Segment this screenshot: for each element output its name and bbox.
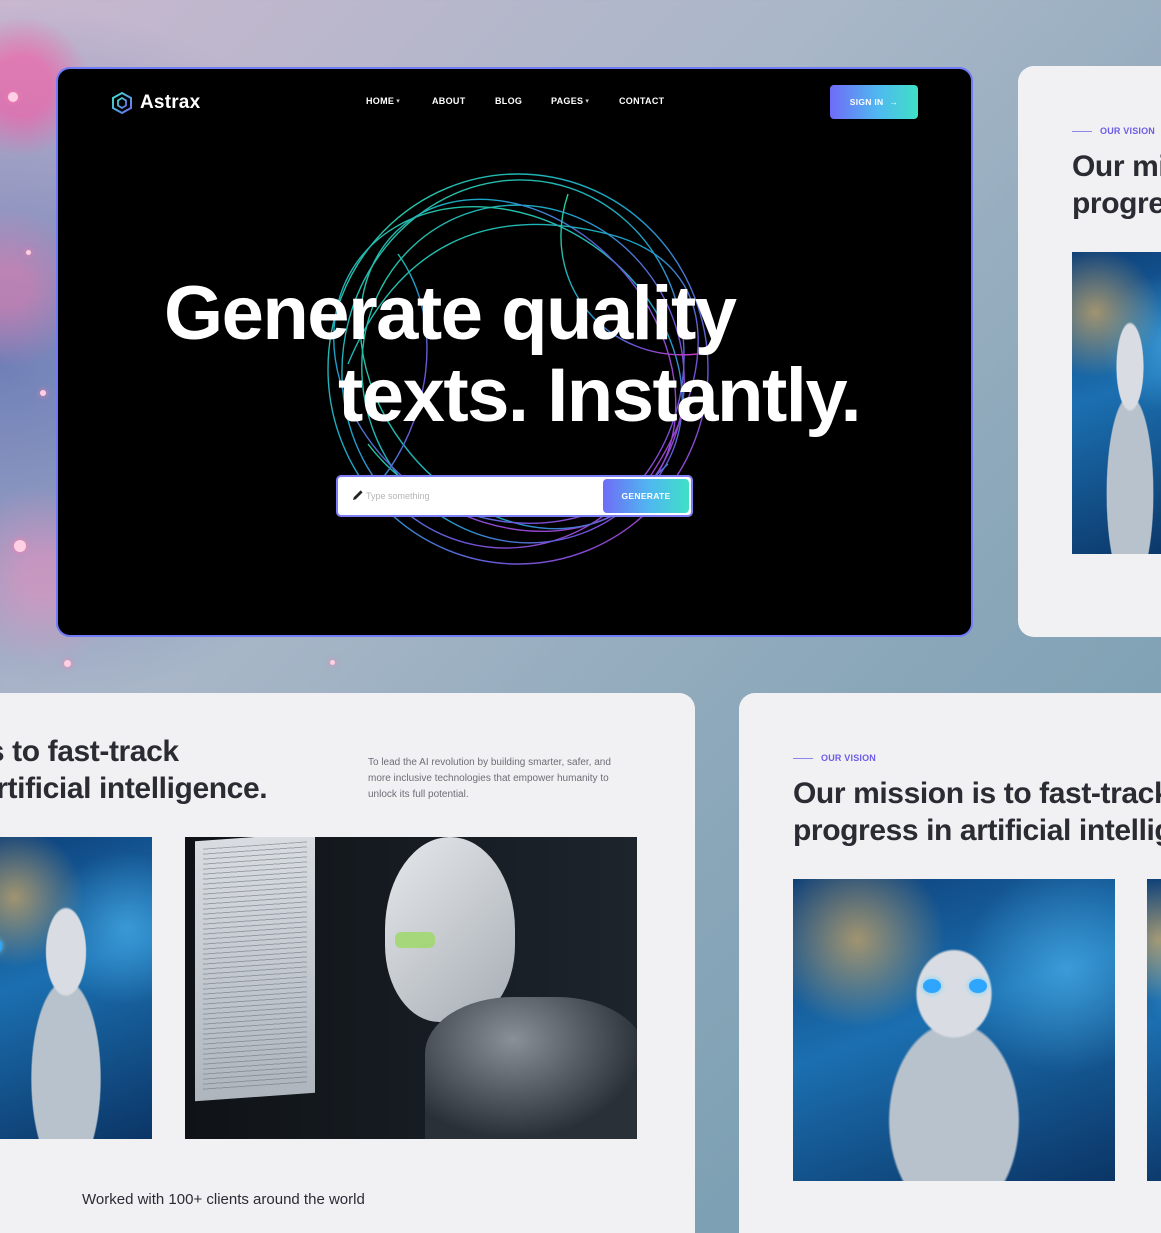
background-dot: [330, 660, 335, 665]
robot-body-graphic: [425, 997, 637, 1139]
mission-card-bottom-left: is to fast-track artificial intelligence…: [0, 693, 695, 1233]
mission-heading: is to fast-track artificial intelligence…: [0, 733, 268, 807]
background-dot: [26, 250, 31, 255]
vision-heading: Our mission is to fast-track progress in…: [793, 775, 1161, 849]
hero-card: Astrax HOME ▾ ABOUT BLOG PAGES ▾ CONTACT…: [56, 67, 973, 637]
sign-in-label: SIGN IN: [849, 97, 884, 107]
mission-heading-line-2: artificial intelligence.: [0, 772, 268, 805]
robot-image: [1072, 252, 1161, 554]
background-dot: [8, 92, 18, 102]
mission-description: To lead the AI revolution by building sm…: [368, 757, 611, 800]
nav-pages[interactable]: PAGES ▾: [551, 96, 619, 106]
generate-button[interactable]: GENERATE: [603, 479, 689, 513]
eyebrow-line: [1072, 130, 1092, 132]
nav-home[interactable]: HOME ▾: [366, 96, 432, 106]
eyebrow-line: [793, 757, 813, 759]
nav-about-label: ABOUT: [432, 96, 466, 106]
background-dot: [64, 660, 71, 667]
robot-eye: [0, 939, 2, 953]
nav-pages-label: PAGES: [551, 96, 584, 106]
nav-contact[interactable]: CONTACT: [619, 96, 664, 106]
arrow-right-icon: →: [889, 97, 899, 107]
vision-heading-line-1: Our mi: [1072, 150, 1161, 183]
robot-computer-image: [185, 837, 637, 1139]
nav-contact-label: CONTACT: [619, 96, 665, 106]
generate-form: GENERATE: [336, 475, 693, 517]
prompt-input[interactable]: [366, 487, 596, 505]
sign-in-button[interactable]: SIGN IN →: [830, 85, 918, 119]
chevron-down-icon: ▾: [585, 98, 590, 105]
vision-heading-line-2: progress in artificial intellig: [793, 814, 1161, 847]
eyebrow-label: OUR VISION: [821, 753, 877, 763]
eyebrow: OUR VISION: [1072, 126, 1155, 136]
clients-text: Worked with 100+ clients around the worl…: [82, 1191, 365, 1208]
background-dot: [14, 540, 26, 552]
pencil-icon: [353, 490, 363, 500]
eyebrow-label: OUR VISION: [1100, 126, 1156, 136]
vision-card-top-right: OUR VISION Our mi progre: [1018, 66, 1161, 637]
robot-head-graphic: [385, 837, 515, 1022]
brand-logo[interactable]: Astrax: [110, 91, 200, 115]
vision-heading-line-1: Our mission is to fast-track: [793, 777, 1161, 810]
background-dot: [40, 390, 46, 396]
robot-image: [0, 837, 152, 1139]
hexagon-logo-icon: [112, 91, 132, 115]
chevron-down-icon: ▾: [396, 98, 401, 105]
mission-heading-line-1: is to fast-track: [0, 735, 179, 768]
robot-image: [793, 879, 1115, 1181]
nav-home-label: HOME: [366, 96, 395, 106]
eyebrow: OUR VISION: [793, 753, 876, 763]
robot-eye: [969, 979, 987, 993]
monitor-graphic: [195, 837, 315, 1102]
robot-image: [1147, 879, 1161, 1181]
hero-title-line-2: texts. Instantly.: [338, 353, 862, 438]
robot-visor-graphic: [395, 932, 435, 948]
vision-heading: Our mi progre: [1072, 148, 1161, 222]
nav-blog-label: BLOG: [495, 96, 523, 106]
vision-heading-line-2: progre: [1072, 187, 1161, 220]
hero-title-line-1: Generate quality: [164, 271, 737, 356]
robot-eye: [923, 979, 941, 993]
brand-name: Astrax: [140, 92, 201, 113]
nav-about[interactable]: ABOUT: [432, 96, 495, 106]
nav-blog[interactable]: BLOG: [495, 96, 551, 106]
vision-card-bottom-right: OUR VISION Our mission is to fast-track …: [739, 693, 1161, 1233]
main-nav: HOME ▾ ABOUT BLOG PAGES ▾ CONTACT: [366, 96, 664, 106]
